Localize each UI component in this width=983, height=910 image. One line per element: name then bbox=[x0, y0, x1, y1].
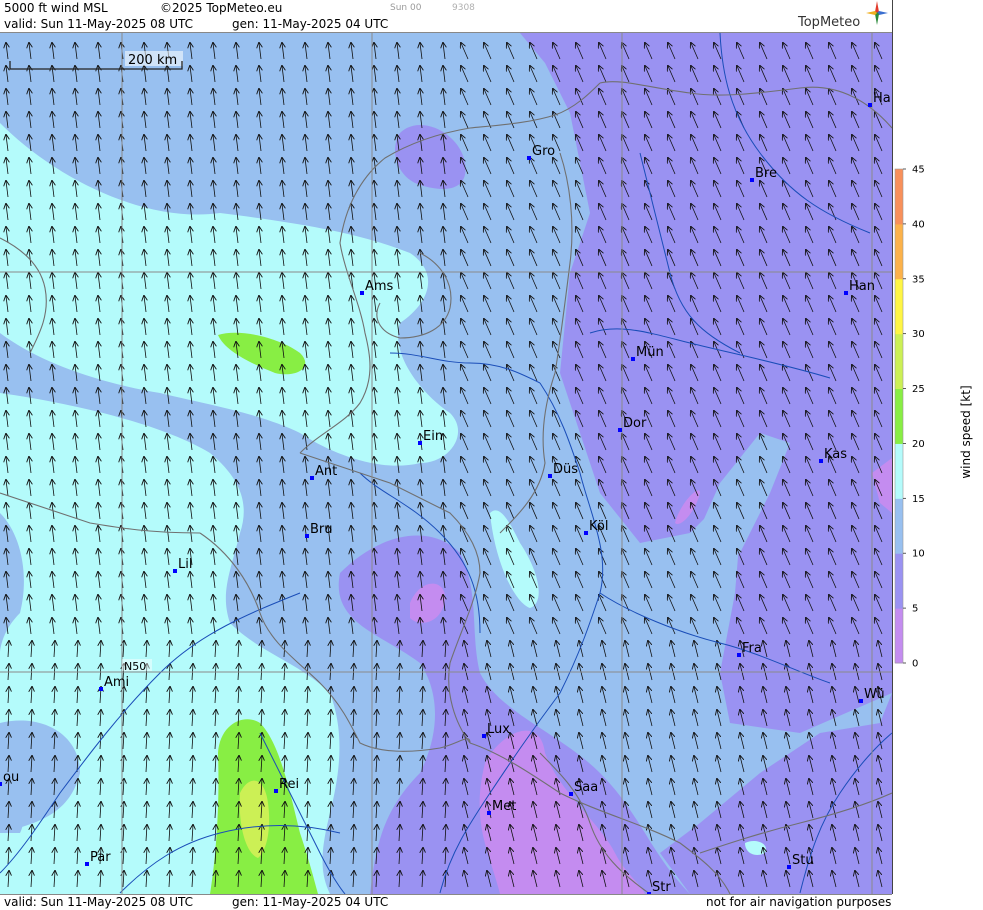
city-marker-19 bbox=[274, 789, 278, 793]
city-label-2: Ha bbox=[873, 91, 891, 106]
city-label-24: Str bbox=[652, 880, 671, 894]
city-label-0: Gro bbox=[532, 144, 555, 159]
id-label: 9308 bbox=[452, 3, 475, 13]
city-marker-7 bbox=[418, 441, 422, 445]
city-label-15: Ami bbox=[104, 675, 129, 690]
colorbar-band-30 bbox=[895, 278, 903, 335]
valid-time: valid: Sun 11-May-2025 08 UTC bbox=[4, 17, 193, 31]
compass-logo-icon bbox=[866, 1, 888, 25]
colorbar-title: wind speed [kt] bbox=[959, 385, 973, 478]
city-marker-22 bbox=[85, 862, 89, 866]
generated-time: gen: 11-May-2025 04 UTC bbox=[232, 17, 389, 31]
colorbar: 45 40 35 30 25 20 15 10 5 0 wind speed [kt] bbox=[892, 0, 983, 894]
wind-map[interactable]: 200 km N50 Gro Bre Ha Ams Han Mün Dor Ein Kas Ant… bbox=[0, 33, 892, 894]
city-label-12: Köl bbox=[589, 519, 608, 534]
city-marker-11 bbox=[305, 534, 309, 538]
city-marker-12 bbox=[584, 531, 588, 535]
city-label-6: Dor bbox=[623, 416, 647, 431]
colorbar-band-20 bbox=[895, 388, 903, 444]
city-label-1: Bre bbox=[755, 166, 777, 181]
city-label-11: Bru bbox=[310, 522, 333, 537]
city-marker-21 bbox=[487, 811, 491, 815]
logo-text: TopMeteo bbox=[798, 15, 861, 30]
city-label-4: Han bbox=[849, 279, 875, 294]
city-marker-1 bbox=[750, 178, 754, 182]
header-bar: 5000 ft wind MSL ©2025 TopMeteo.eu Sun 0… bbox=[0, 0, 892, 33]
latitude-label: N50 bbox=[124, 660, 146, 673]
run-label: Sun 00 bbox=[390, 3, 422, 13]
product-title: 5000 ft wind MSL bbox=[4, 1, 108, 15]
colorbar-tick-label-25: 25 bbox=[912, 384, 925, 395]
footer-valid-time: valid: Sun 11-May-2025 08 UTC bbox=[4, 895, 193, 909]
colorbar-bands bbox=[894, 168, 904, 664]
colorbar-tick-label-0: 0 bbox=[912, 659, 918, 670]
colorbar-band-5 bbox=[895, 553, 903, 609]
city-label-16: Wü bbox=[864, 687, 885, 702]
footer-generated-time: gen: 11-May-2025 04 UTC bbox=[232, 895, 389, 909]
copyright-text: ©2025 TopMeteo.eu bbox=[160, 1, 283, 15]
city-label-14: Fra bbox=[742, 641, 762, 656]
colorbar-tick-label-10: 10 bbox=[912, 549, 925, 560]
city-label-10: Düs bbox=[553, 462, 578, 477]
colorbar-band-10 bbox=[895, 498, 903, 554]
colorbar-tick-label-15: 15 bbox=[912, 494, 925, 505]
city-marker-3 bbox=[360, 291, 364, 295]
city-label-19: Rei bbox=[279, 777, 299, 792]
city-marker-10 bbox=[548, 474, 552, 478]
city-marker-18 bbox=[0, 782, 2, 786]
city-marker-17 bbox=[482, 734, 486, 738]
city-label-23: Stu bbox=[792, 853, 814, 868]
city-label-3: Ams bbox=[365, 279, 394, 294]
city-label-18: ou bbox=[3, 770, 19, 785]
city-marker-0 bbox=[527, 156, 531, 160]
city-marker-23 bbox=[787, 865, 791, 869]
city-marker-16 bbox=[859, 699, 863, 703]
city-marker-2 bbox=[868, 103, 872, 107]
colorbar-tick-label-20: 20 bbox=[912, 439, 925, 450]
colorbar-band-35 bbox=[895, 223, 903, 280]
city-marker-14 bbox=[737, 653, 741, 657]
city-marker-15 bbox=[99, 687, 103, 691]
footer-disclaimer: not for air navigation purposes bbox=[706, 895, 892, 909]
city-marker-20 bbox=[569, 792, 573, 796]
colorbar-band-15 bbox=[895, 443, 903, 499]
city-label-21: Met bbox=[492, 799, 516, 814]
city-label-5: Mün bbox=[636, 345, 664, 360]
city-label-8: Kas bbox=[824, 447, 847, 462]
colorbar-tick-label-40: 40 bbox=[912, 219, 925, 230]
city-marker-13 bbox=[173, 569, 177, 573]
city-label-22: Par bbox=[90, 850, 111, 865]
city-label-20: Saa bbox=[574, 780, 598, 795]
city-marker-9 bbox=[310, 476, 314, 480]
colorbar-tick-label-35: 35 bbox=[912, 274, 925, 285]
city-label-7: Ein bbox=[423, 429, 443, 444]
city-label-9: Ant bbox=[315, 464, 337, 479]
city-marker-8 bbox=[819, 459, 823, 463]
city-label-17: Lux bbox=[487, 722, 510, 737]
wind-speed-field bbox=[0, 33, 892, 894]
city-marker-6 bbox=[618, 428, 622, 432]
colorbar-tick-label-30: 30 bbox=[912, 329, 925, 340]
colorbar-band-0 bbox=[895, 608, 903, 664]
city-label-13: Lil bbox=[178, 557, 192, 572]
scale-bar-label: 200 km bbox=[128, 53, 177, 68]
footer-bar: valid: Sun 11-May-2025 08 UTC gen: 11-Ma… bbox=[0, 894, 892, 910]
city-marker-4 bbox=[844, 291, 848, 295]
colorbar-tick-label-5: 5 bbox=[912, 604, 918, 615]
colorbar-band-40 bbox=[895, 169, 903, 225]
city-marker-5 bbox=[631, 357, 635, 361]
colorbar-band-25 bbox=[895, 333, 903, 390]
colorbar-tick-label-45: 45 bbox=[912, 165, 925, 176]
